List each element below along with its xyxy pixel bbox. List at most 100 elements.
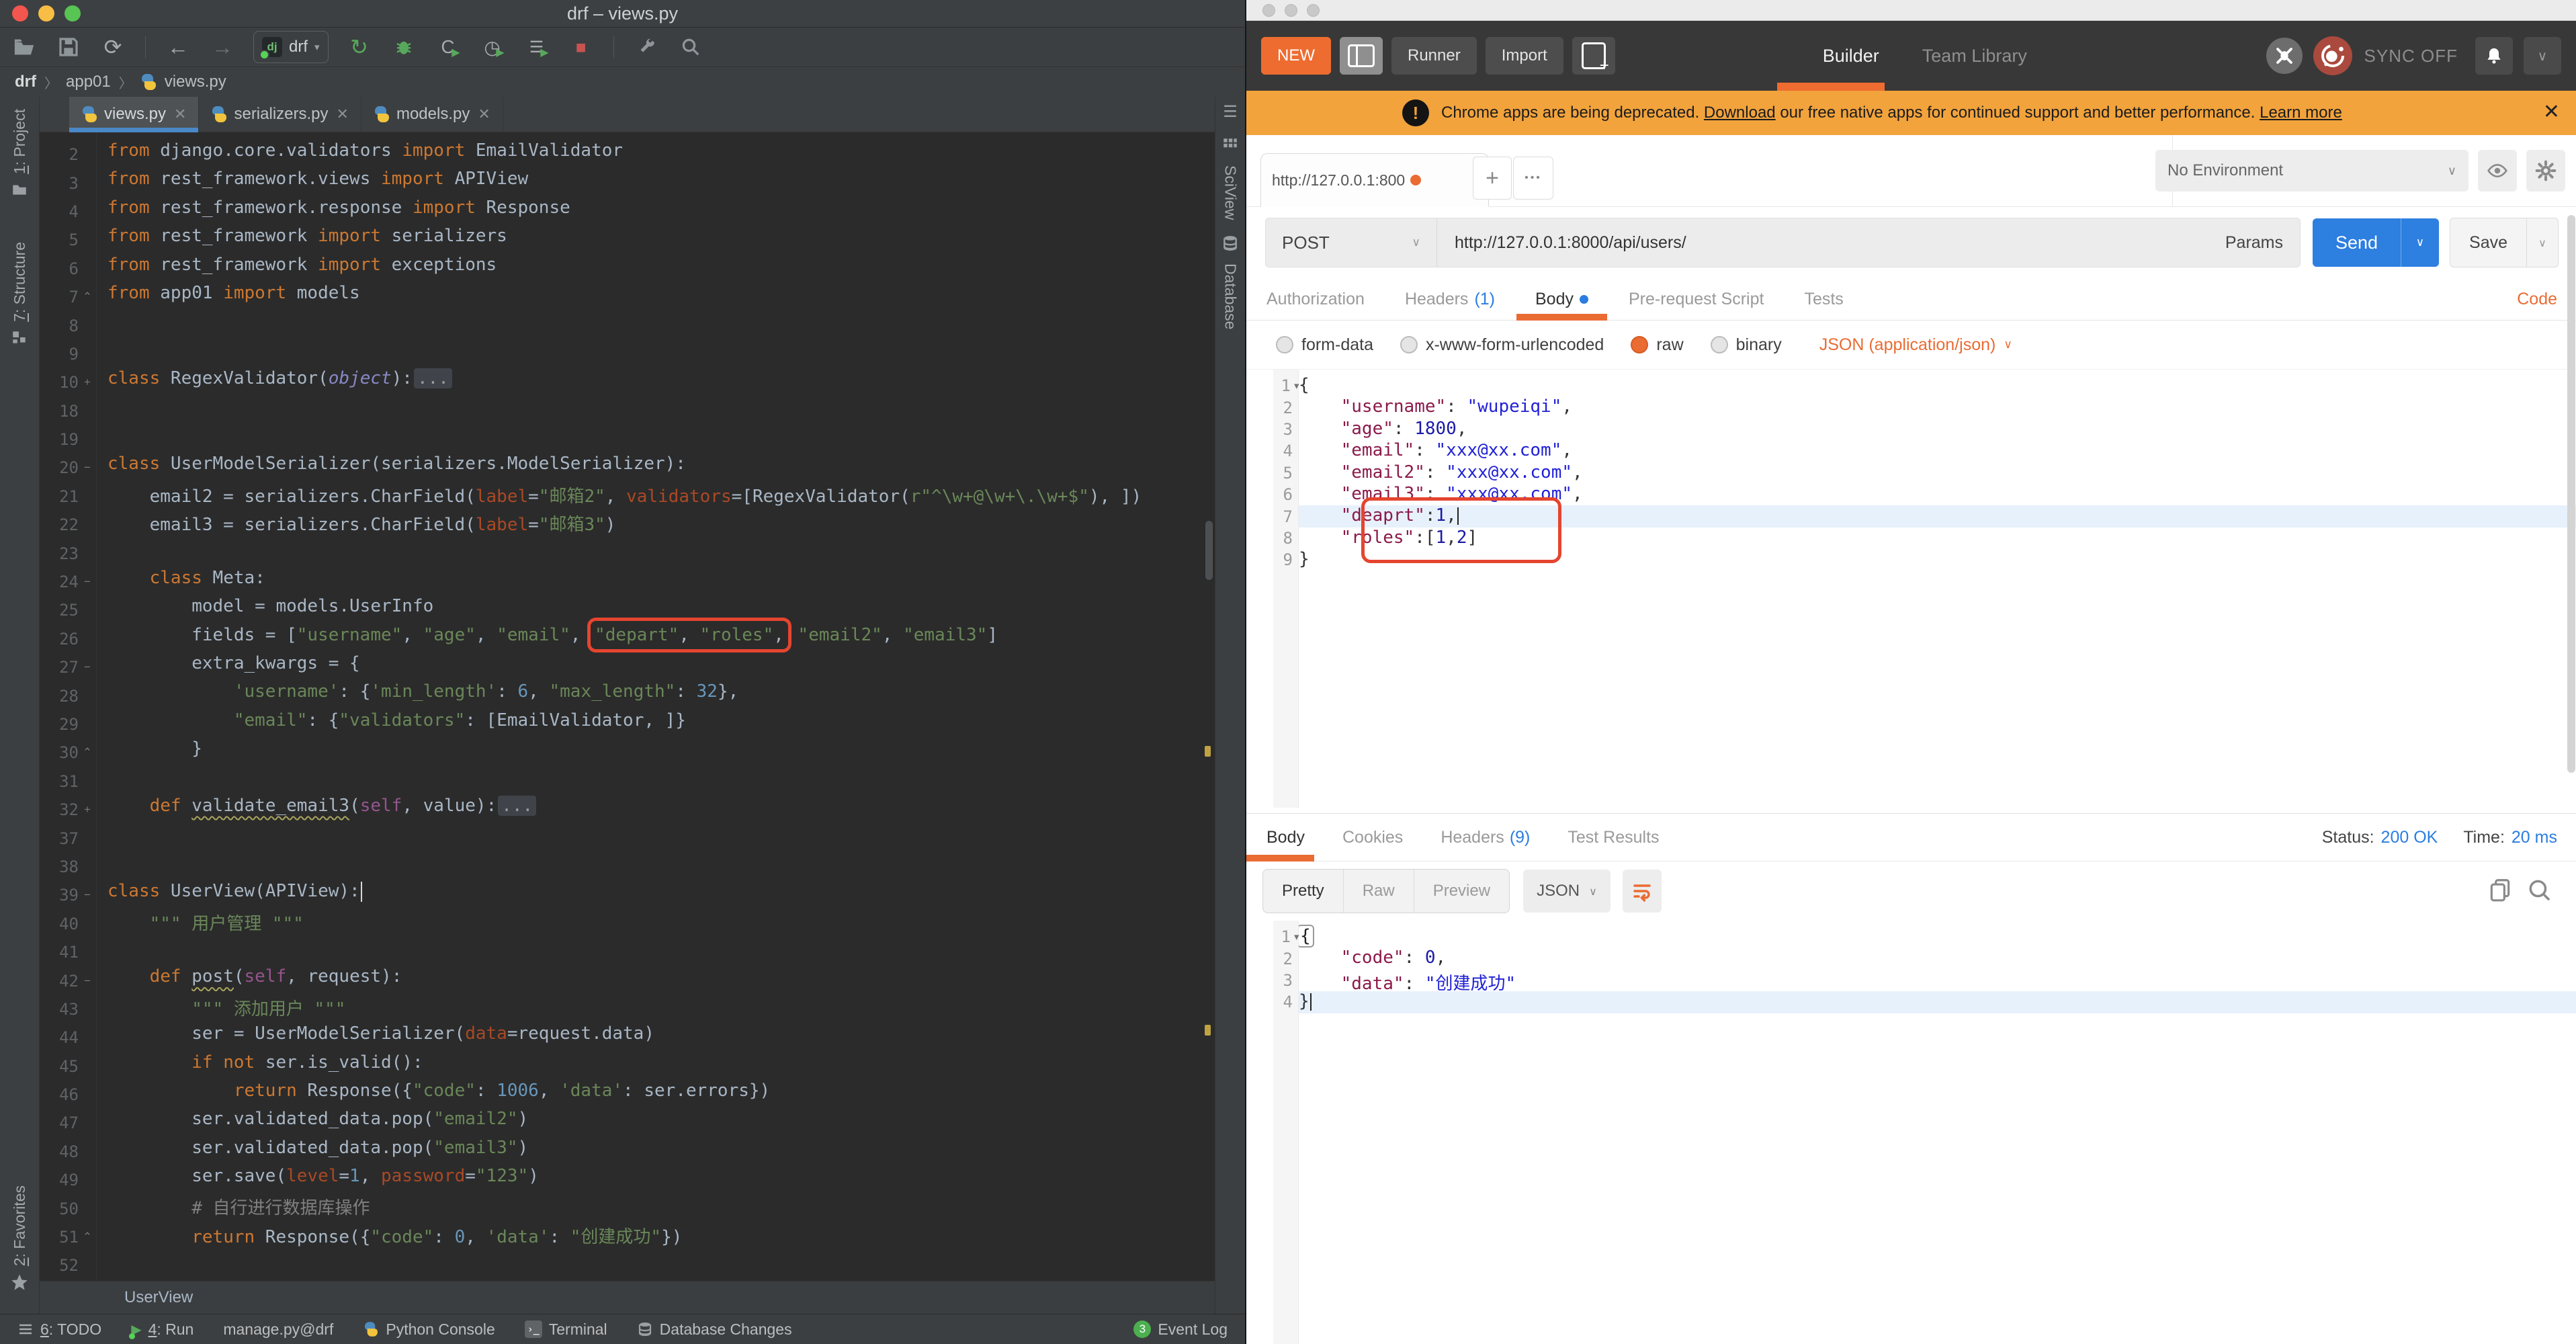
radio-binary[interactable]: binary bbox=[1711, 335, 1791, 355]
response-tab-body[interactable]: Body bbox=[1266, 814, 1305, 861]
run-configuration-select[interactable]: dj drf ▾ bbox=[253, 31, 329, 63]
run-options-icon[interactable]: ☰▶ bbox=[523, 34, 550, 60]
settings-button[interactable] bbox=[2526, 150, 2565, 192]
copy-icon[interactable] bbox=[2487, 877, 2513, 906]
profiler-icon[interactable]: ◷▶ bbox=[479, 34, 506, 60]
sidebar-item-2-Favorites[interactable]: 2: Favorites bbox=[10, 1185, 29, 1296]
status-item-6-todo[interactable]: 6: TODO bbox=[17, 1320, 101, 1339]
radio-form-data[interactable]: form-data bbox=[1276, 335, 1383, 355]
editor-scrollbar[interactable] bbox=[1205, 521, 1213, 580]
tab-builder[interactable]: Builder bbox=[1823, 46, 1879, 67]
send-options-button[interactable]: ∨ bbox=[2401, 218, 2439, 267]
tab-tests[interactable]: Tests bbox=[1804, 278, 1843, 320]
new-button[interactable]: NEW bbox=[1261, 37, 1331, 75]
close-tab-icon[interactable]: ✕ bbox=[337, 106, 349, 123]
sync-icon[interactable]: ⟳ bbox=[99, 34, 126, 60]
interceptor-icon[interactable] bbox=[2266, 38, 2303, 74]
breadcrumb-item[interactable]: views.py bbox=[165, 73, 226, 91]
view-tab-pretty[interactable]: Pretty bbox=[1263, 870, 1344, 913]
save-icon[interactable] bbox=[55, 34, 82, 60]
response-tab-cookies[interactable]: Cookies bbox=[1342, 814, 1403, 861]
account-menu-button[interactable]: ∨ bbox=[2524, 37, 2561, 75]
send-button[interactable]: Send bbox=[2313, 218, 2401, 267]
back-icon[interactable]: ← bbox=[165, 34, 191, 60]
tab-team-library[interactable]: Team Library bbox=[1922, 46, 2027, 67]
tab-list-icon[interactable]: ☰ bbox=[1223, 102, 1238, 122]
close-tab-icon[interactable]: ✕ bbox=[478, 106, 490, 123]
search-icon[interactable] bbox=[2526, 877, 2552, 906]
tab-body[interactable]: Body bbox=[1535, 278, 1588, 320]
status-item-database-changes[interactable]: Database Changes bbox=[637, 1320, 792, 1339]
fold-marker-icon[interactable]: ⌃ bbox=[79, 746, 96, 759]
rerun-icon[interactable]: ↻ bbox=[346, 34, 373, 60]
sync-status[interactable]: SYNC OFF bbox=[2364, 46, 2458, 67]
run-coverage-icon[interactable]: C▶ bbox=[435, 34, 462, 60]
editor-tab-serializers-py[interactable]: serializers.py✕ bbox=[199, 97, 361, 132]
fold-marker-icon[interactable]: + bbox=[79, 376, 96, 389]
fold-marker-icon[interactable]: + bbox=[79, 803, 96, 816]
close-button[interactable] bbox=[1262, 4, 1275, 17]
view-tab-raw[interactable]: Raw bbox=[1344, 870, 1414, 913]
response-format-select[interactable]: JSON ∨ bbox=[1523, 870, 1611, 913]
response-tab-headers[interactable]: Headers(9) bbox=[1441, 814, 1530, 861]
fold-marker-icon[interactable]: − bbox=[79, 461, 96, 474]
sidebar-item-1-Project[interactable]: 1: Project bbox=[11, 109, 29, 203]
view-tab-preview[interactable]: Preview bbox=[1414, 870, 1509, 913]
status-item-terminal[interactable]: ›_Terminal bbox=[525, 1320, 607, 1339]
open-icon[interactable] bbox=[11, 34, 38, 60]
environment-preview-button[interactable] bbox=[2478, 150, 2517, 192]
fold-marker-icon[interactable]: ⌃ bbox=[79, 1230, 96, 1244]
close-tab-icon[interactable]: ✕ bbox=[174, 106, 186, 123]
status-item-python-console[interactable]: Python Console bbox=[363, 1320, 495, 1339]
event-log[interactable]: 3Event Log bbox=[1133, 1320, 1228, 1339]
debug-icon[interactable] bbox=[390, 34, 417, 60]
scrollbar[interactable] bbox=[2567, 215, 2575, 773]
breadcrumb-item[interactable]: app01 bbox=[66, 73, 111, 91]
status-item-manage-py-drf[interactable]: manage.py@drf bbox=[223, 1320, 333, 1339]
forward-icon[interactable]: → bbox=[209, 34, 236, 60]
editor-tab-models-py[interactable]: models.py✕ bbox=[361, 97, 503, 132]
method-select[interactable]: POST ∨ bbox=[1266, 218, 1437, 267]
minimize-button[interactable] bbox=[38, 5, 54, 22]
wrap-text-button[interactable] bbox=[1623, 870, 1662, 913]
request-tab[interactable]: http://127.0.0.1:800 bbox=[1260, 153, 1489, 207]
request-body-editor[interactable]: 1▾23456789 { "username": "wupeiqi", "age… bbox=[1246, 369, 2576, 808]
editor-tab-views-py[interactable]: views.py✕ bbox=[69, 97, 199, 132]
editor-code[interactable]: { "code": 0, "data": "创建成功"} bbox=[1299, 921, 2576, 1013]
sidebar-item-7-Structure[interactable]: 7: Structure bbox=[11, 242, 29, 351]
zoom-button[interactable] bbox=[1307, 4, 1320, 17]
tab-authorization[interactable]: Authorization bbox=[1266, 278, 1365, 320]
tab-headers[interactable]: Headers(1) bbox=[1405, 278, 1495, 320]
editor-code[interactable]: from django.core.validators import Email… bbox=[97, 132, 1215, 1281]
environment-select[interactable]: No Environment ∨ bbox=[2155, 150, 2468, 192]
url-input[interactable]: http://127.0.0.1:8000/api/users/ bbox=[1437, 218, 2208, 267]
fold-marker-icon[interactable]: − bbox=[79, 888, 96, 902]
wrench-icon[interactable] bbox=[633, 34, 660, 60]
status-item-4-run[interactable]: ▶4: Run bbox=[131, 1320, 194, 1339]
learn-more-link[interactable]: Learn more bbox=[2260, 103, 2342, 122]
save-button[interactable]: Save bbox=[2450, 218, 2526, 267]
fold-marker-icon[interactable]: − bbox=[79, 661, 96, 674]
content-type-select[interactable]: JSON (application/json)∨ bbox=[1819, 335, 2012, 355]
sidebar-item-sciview[interactable]: SciView bbox=[1221, 136, 1240, 220]
breadcrumb-item[interactable]: drf bbox=[15, 73, 36, 91]
fold-marker-icon[interactable]: − bbox=[79, 575, 96, 589]
close-banner-icon[interactable]: ✕ bbox=[2543, 100, 2560, 124]
stop-icon[interactable]: ■ bbox=[568, 34, 595, 60]
split-layout-button[interactable] bbox=[1340, 37, 1383, 75]
radio-raw[interactable]: raw bbox=[1631, 335, 1692, 355]
download-link[interactable]: Download bbox=[1704, 103, 1776, 122]
fold-marker-icon[interactable]: ⌃ bbox=[79, 290, 96, 304]
new-window-button[interactable] bbox=[1572, 37, 1615, 75]
runner-button[interactable]: Runner bbox=[1391, 37, 1477, 75]
fold-marker-icon[interactable]: − bbox=[79, 974, 96, 988]
editor-code[interactable]: { "username": "wupeiqi", "age": 1800, "e… bbox=[1299, 370, 2576, 571]
search-icon[interactable] bbox=[677, 34, 704, 60]
radio-x-www-form-urlencoded[interactable]: x-www-form-urlencoded bbox=[1400, 335, 1613, 355]
new-tab-button[interactable]: + bbox=[1473, 157, 1512, 200]
sidebar-item-database[interactable]: Database bbox=[1221, 235, 1240, 329]
tab-overflow-button[interactable]: ••• bbox=[1513, 157, 1553, 200]
close-button[interactable] bbox=[12, 5, 28, 22]
structure-breadcrumb[interactable]: UserView bbox=[40, 1281, 1215, 1314]
response-tab-test-results[interactable]: Test Results bbox=[1568, 814, 1659, 861]
